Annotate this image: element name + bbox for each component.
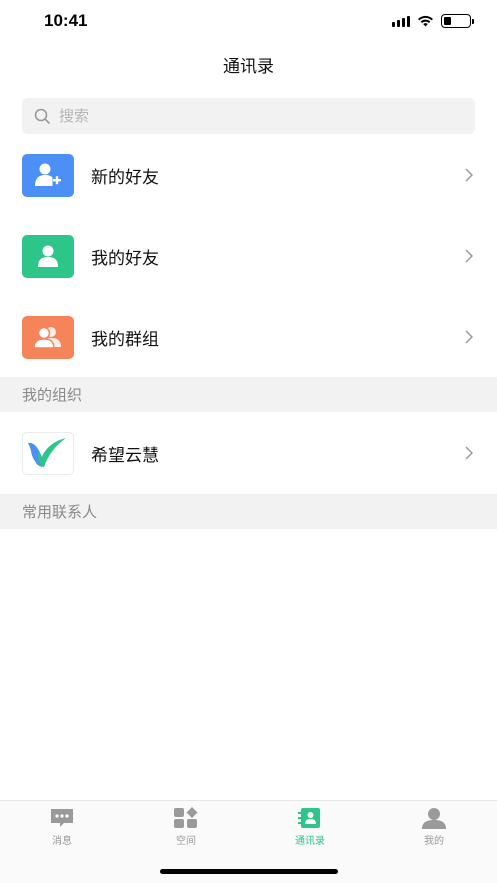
status-bar: 10:41	[0, 0, 497, 44]
profile-icon	[422, 808, 446, 829]
search-input[interactable]	[59, 107, 439, 125]
tab-contacts-label: 通讯录	[295, 836, 325, 847]
tab-space[interactable]: 空间	[124, 807, 248, 847]
organization-label: 希望云慧	[91, 445, 159, 466]
section-header-frequent-contacts: 常用联系人	[0, 494, 497, 529]
section-header-organizations: 我的组织	[0, 377, 497, 412]
message-icon	[51, 809, 73, 827]
tab-profile[interactable]: 我的	[372, 807, 496, 847]
search-bar[interactable]	[22, 98, 475, 134]
wifi-icon	[418, 15, 433, 27]
space-icon	[174, 807, 198, 828]
battery-level	[444, 17, 452, 25]
my-friends-row[interactable]: 我的好友	[0, 216, 497, 296]
tab-profile-label: 我的	[424, 836, 444, 847]
page-title: 通讯录	[223, 57, 274, 77]
chevron-right-icon	[465, 168, 473, 182]
tab-messages[interactable]: 消息	[0, 807, 124, 847]
my-groups-label: 我的群组	[91, 329, 159, 350]
organization-row[interactable]: 希望云慧	[0, 413, 497, 493]
search-icon	[34, 108, 50, 124]
battery-icon	[441, 14, 474, 28]
add-friend-icon	[22, 153, 74, 197]
cellular-signal-icon	[392, 15, 410, 27]
tab-messages-label: 消息	[52, 836, 72, 847]
chevron-right-icon	[465, 446, 473, 460]
home-indicator	[160, 869, 338, 874]
tab-contacts[interactable]: 通讯录	[248, 807, 372, 847]
new-friends-row[interactable]: 新的好友	[0, 135, 497, 215]
friend-icon	[22, 234, 74, 278]
group-icon	[22, 315, 74, 359]
chevron-right-icon	[465, 330, 473, 344]
contacts-icon	[298, 808, 320, 828]
my-friends-label: 我的好友	[91, 248, 159, 269]
new-friends-label: 新的好友	[91, 167, 159, 188]
chevron-right-icon	[465, 249, 473, 263]
status-time: 10:41	[44, 11, 88, 30]
my-groups-row[interactable]: 我的群组	[0, 297, 497, 377]
status-icons	[392, 14, 474, 28]
tab-space-label: 空间	[176, 836, 196, 847]
org-logo-icon	[22, 431, 74, 475]
